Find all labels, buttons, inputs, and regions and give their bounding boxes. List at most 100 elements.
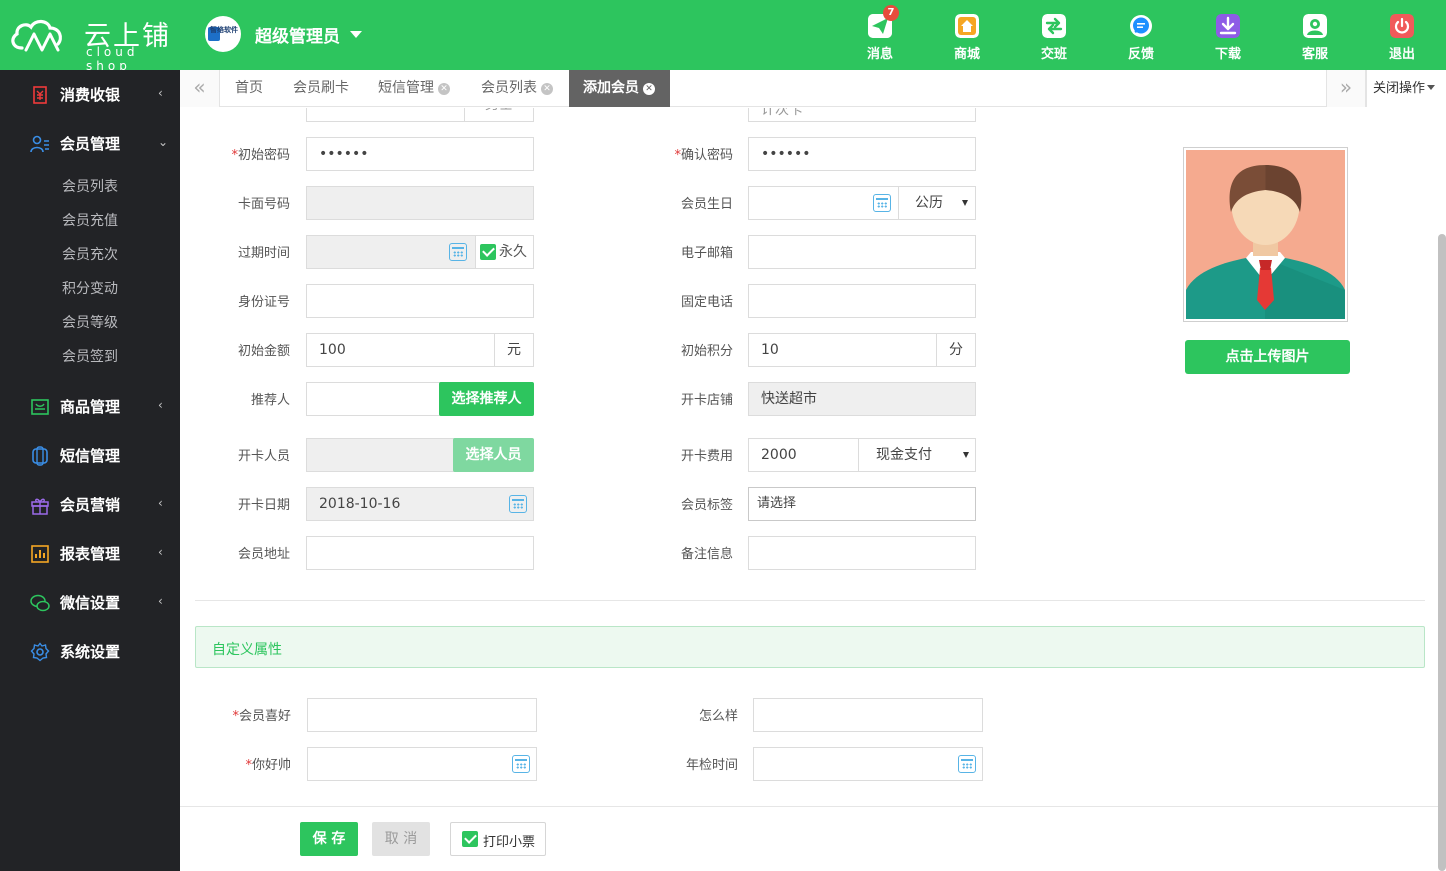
upload-photo-button[interactable]: 点击上传图片 bbox=[1185, 340, 1350, 374]
calendar-type-select[interactable]: 公历 bbox=[898, 186, 976, 220]
calendar-icon bbox=[449, 243, 467, 261]
sidebar-subitem-levels[interactable]: 会员等级 bbox=[62, 312, 118, 332]
card-number-input bbox=[306, 186, 534, 220]
init-points-input[interactable]: 10 bbox=[748, 333, 938, 367]
select-staff-button[interactable]: 选择人员 bbox=[453, 438, 534, 472]
permanent-checkbox[interactable]: 永久 bbox=[475, 235, 534, 269]
tab-add-member[interactable]: 添加会员 ✕ bbox=[569, 70, 670, 107]
sidebar-item-settings[interactable]: 系统设置 bbox=[0, 627, 180, 676]
phone-input[interactable] bbox=[748, 284, 976, 318]
payment-method-select[interactable]: 现金支付 bbox=[858, 438, 976, 472]
logo[interactable]: 云上铺 cloud shop bbox=[8, 10, 178, 73]
admin-menu[interactable]: 智络软件 超级管理员 bbox=[205, 16, 362, 52]
close-operations-label: 关闭操作 bbox=[1373, 81, 1426, 96]
select-referrer-button[interactable]: 选择推荐人 bbox=[439, 382, 534, 416]
sidebar-subitem-checkin[interactable]: 会员签到 bbox=[62, 346, 118, 366]
gender-field-partial[interactable]: 男士 bbox=[306, 108, 534, 122]
download-button[interactable]: 下载 bbox=[1198, 12, 1258, 62]
birthday-label: 会员生日 bbox=[680, 197, 733, 212]
sidebar-item-label: 短信管理 bbox=[60, 447, 121, 465]
sidebar-item-members[interactable]: 会员管理 ⌄ bbox=[0, 119, 180, 168]
logo-subtitle: cloud shop bbox=[86, 45, 139, 73]
close-operations-dropdown[interactable]: 关闭操作 bbox=[1366, 70, 1446, 107]
init-amount-input[interactable]: 100 bbox=[306, 333, 496, 367]
calendar-icon bbox=[873, 194, 891, 212]
report-icon bbox=[31, 545, 49, 563]
sidebar-item-sms[interactable]: 短信管理 bbox=[0, 431, 180, 480]
sidebar-item-label: 会员管理 bbox=[60, 135, 121, 153]
id-number-input[interactable] bbox=[306, 284, 534, 318]
print-receipt-checkbox[interactable]: 打印小票 bbox=[450, 822, 546, 856]
referrer-label: 推荐人 bbox=[250, 393, 290, 408]
logout-button[interactable]: 退出 bbox=[1372, 12, 1432, 62]
sidebar-item-wechat[interactable]: 微信设置 ‹ bbox=[0, 578, 180, 627]
birthday-input[interactable] bbox=[748, 186, 900, 220]
sidebar-item-cashier[interactable]: 消费收银 ‹ bbox=[0, 70, 180, 119]
expire-date-input bbox=[306, 235, 476, 269]
sms-icon bbox=[32, 446, 48, 466]
email-input[interactable] bbox=[748, 235, 976, 269]
handover-label: 交班 bbox=[1040, 47, 1067, 62]
tab-label: 添加会员 bbox=[583, 80, 639, 96]
tab-member-list[interactable]: 会员列表 ✕ bbox=[481, 70, 553, 107]
feedback-button[interactable]: 反馈 bbox=[1111, 12, 1171, 62]
close-icon[interactable]: ✕ bbox=[643, 83, 655, 95]
chevron-left-icon: ‹ bbox=[158, 594, 163, 608]
sidebar-item-reports[interactable]: 报表管理 ‹ bbox=[0, 529, 180, 578]
handsome-date-input[interactable] bbox=[307, 747, 537, 781]
init-password-input[interactable]: •••••• bbox=[306, 137, 534, 171]
messages-button[interactable]: 7 消息 bbox=[850, 5, 910, 62]
email-label: 电子邮箱 bbox=[680, 246, 733, 261]
top-bar: 云上铺 cloud shop 智络软件 超级管理员 7 消息 商城 交班 反馈 … bbox=[0, 0, 1446, 73]
user-avatar-icon bbox=[1186, 150, 1345, 319]
cancel-button[interactable]: 取 消 bbox=[372, 822, 430, 856]
avatar: 智络软件 bbox=[205, 16, 241, 52]
support-button[interactable]: 客服 bbox=[1285, 12, 1345, 62]
gender-value: 男士 bbox=[464, 108, 534, 122]
calendar-icon bbox=[958, 755, 976, 773]
calendar-type-value: 公历 bbox=[915, 195, 943, 211]
inspection-date-input[interactable] bbox=[753, 747, 983, 781]
sidebar-item-marketing[interactable]: 会员营销 ‹ bbox=[0, 480, 180, 529]
phone-label: 固定电话 bbox=[680, 295, 733, 310]
referrer-input[interactable] bbox=[306, 382, 442, 416]
tab-home[interactable]: 首页 bbox=[235, 70, 263, 107]
members-icon bbox=[30, 135, 49, 153]
close-icon[interactable]: ✕ bbox=[438, 83, 450, 95]
tab-label: 会员刷卡 bbox=[293, 80, 349, 96]
tab-sms[interactable]: 短信管理 ✕ bbox=[378, 70, 450, 107]
sidebar-subitem-recharge[interactable]: 会员充值 bbox=[62, 210, 118, 230]
checkbox-checked-icon bbox=[462, 831, 478, 847]
tab-member-swipe[interactable]: 会员刷卡 bbox=[293, 70, 349, 107]
goods-icon bbox=[31, 399, 49, 415]
store-label: 商城 bbox=[953, 47, 980, 62]
inspection-label: 年检时间 bbox=[685, 758, 738, 773]
support-label: 客服 bbox=[1301, 47, 1328, 62]
card-type-field-partial[interactable]: 计次卡 bbox=[748, 108, 976, 122]
tags-select[interactable]: 请选择 bbox=[748, 487, 976, 521]
sidebar-item-label: 报表管理 bbox=[60, 545, 121, 563]
close-icon[interactable]: ✕ bbox=[541, 83, 553, 95]
remark-input[interactable] bbox=[748, 536, 976, 570]
sidebar-subitem-points[interactable]: 积分变动 bbox=[62, 278, 118, 298]
sidebar-item-label: 系统设置 bbox=[60, 643, 121, 661]
how-input[interactable] bbox=[753, 698, 983, 732]
sidebar-subitem-recharge-times[interactable]: 会员充次 bbox=[62, 244, 118, 264]
section-divider bbox=[195, 600, 1425, 601]
sidebar-subitem-member-list[interactable]: 会员列表 bbox=[62, 176, 118, 196]
open-fee-input[interactable]: 2000 bbox=[748, 438, 860, 472]
tabs-scroll-left-button[interactable]: « bbox=[180, 70, 220, 107]
tabs-scroll-right-button[interactable]: » bbox=[1326, 70, 1366, 107]
gift-icon bbox=[31, 498, 49, 515]
hobby-input[interactable] bbox=[307, 698, 537, 732]
save-button[interactable]: 保 存 bbox=[300, 822, 358, 856]
confirm-password-input[interactable]: •••••• bbox=[748, 137, 976, 171]
add-member-form: 男士 计次卡 *初始密码 •••••• *确认密码 •••••• 卡面号码 会员… bbox=[180, 108, 1446, 871]
print-receipt-label: 打印小票 bbox=[483, 835, 536, 850]
sidebar-item-goods[interactable]: 商品管理 ‹ bbox=[0, 382, 180, 431]
page-scrollbar[interactable] bbox=[1438, 234, 1446, 871]
checkbox-checked-icon bbox=[480, 244, 496, 260]
handover-button[interactable]: 交班 bbox=[1024, 12, 1084, 62]
address-input[interactable] bbox=[306, 536, 534, 570]
store-button[interactable]: 商城 bbox=[937, 12, 997, 62]
